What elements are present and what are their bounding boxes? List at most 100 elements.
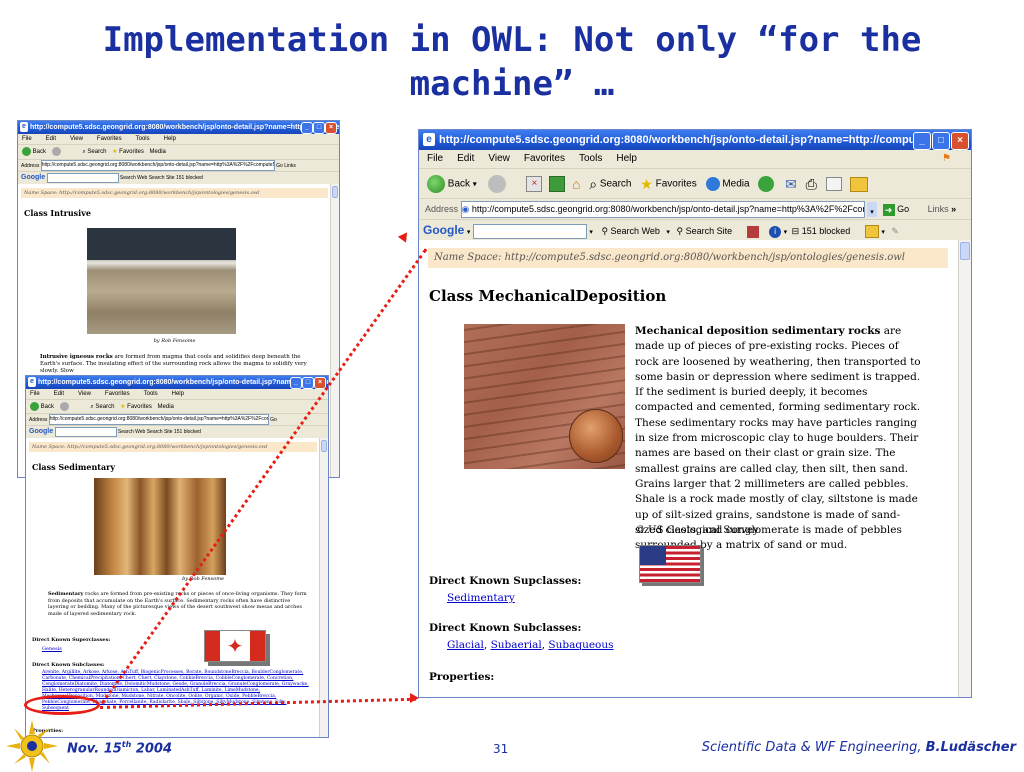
popup-blocked-count[interactable]: 151 blocked	[174, 429, 201, 435]
info-dropdown-icon[interactable]: ▾	[784, 229, 788, 236]
go-arrow-icon[interactable]: ➜	[882, 203, 895, 216]
back-button[interactable]: Back	[33, 149, 46, 155]
address-input[interactable]: http://compute5.sdsc.geongrid.org:8080/w…	[48, 414, 269, 426]
minimize-button[interactable]: _	[290, 377, 302, 389]
back-icon[interactable]	[22, 146, 31, 156]
menu-favorites[interactable]: Favorites	[524, 153, 565, 164]
menu-edit[interactable]: Edit	[457, 153, 474, 164]
highlight-icon[interactable]: ✎	[891, 226, 899, 236]
forward-icon[interactable]	[51, 146, 61, 156]
browser-window-mechanical-deposition[interactable]: e http://compute5.sdsc.geongrid.org:8080…	[418, 129, 972, 698]
favorites-icon[interactable]: ★	[112, 149, 117, 155]
menu-view[interactable]: View	[78, 391, 91, 397]
refresh-icon[interactable]	[549, 176, 566, 192]
menu-file[interactable]: File	[427, 153, 443, 164]
home-icon[interactable]: ⌂	[572, 169, 580, 199]
binoculars-icon[interactable]: ⚲	[601, 226, 608, 236]
go-button[interactable]: Go	[276, 163, 283, 169]
search-button[interactable]: Search	[600, 179, 632, 190]
subclass-link-subaerial[interactable]: Subaerial	[491, 639, 542, 651]
google-logo[interactable]: Google	[21, 174, 45, 181]
address-input[interactable]: ◉ http://compute5.sdsc.geongrid.org:8080…	[460, 201, 865, 219]
links-chevron-icon[interactable]: »	[951, 204, 956, 214]
popup-blocker-icon[interactable]: ⊟	[792, 226, 800, 236]
print-icon[interactable]: ⎙	[806, 176, 817, 192]
mail-icon[interactable]: ✉	[785, 176, 797, 192]
address-dropdown-icon[interactable]: ▾	[867, 202, 878, 218]
options-icon[interactable]	[864, 225, 879, 239]
search-button[interactable]: Search	[95, 404, 114, 410]
links-label[interactable]: Links	[928, 204, 949, 214]
superclass-link-sedimentary[interactable]: Sedimentary	[447, 592, 515, 604]
menu-tools[interactable]: Tools	[579, 153, 602, 164]
scrollbar-thumb[interactable]	[321, 440, 327, 452]
menu-file[interactable]: File	[30, 391, 40, 397]
google-search-input[interactable]	[46, 172, 119, 183]
google-search-input[interactable]	[472, 224, 587, 240]
maximize-button[interactable]: □	[313, 122, 325, 134]
menu-favorites[interactable]: Favorites	[105, 391, 130, 397]
maximize-button[interactable]: □	[932, 132, 950, 150]
menu-tools[interactable]: Tools	[136, 136, 150, 142]
go-button[interactable]: Go	[897, 204, 909, 214]
subclass-link-glacial[interactable]: Glacial	[447, 639, 484, 651]
forward-icon[interactable]	[59, 401, 69, 411]
history-icon[interactable]	[758, 176, 775, 192]
back-icon[interactable]	[30, 401, 39, 411]
google-search-web[interactable]: Search Web	[118, 429, 145, 435]
back-icon[interactable]	[427, 175, 445, 193]
browser-window-sedimentary[interactable]: e http://compute5.sdsc.geongrid.org:8080…	[25, 375, 329, 738]
pagerank-icon[interactable]	[746, 225, 759, 238]
menu-favorites[interactable]: Favorites	[97, 136, 122, 142]
title-bar[interactable]: e http://compute5.sdsc.geongrid.org:8080…	[26, 376, 328, 389]
search-button[interactable]: Search	[87, 149, 106, 155]
title-bar[interactable]: e http://compute5.sdsc.geongrid.org:8080…	[18, 121, 339, 134]
options-dropdown-icon[interactable]: ▾	[881, 229, 885, 236]
search-icon[interactable]: ⌕	[90, 404, 93, 410]
google-menu-dropdown-icon[interactable]: ▾	[467, 229, 471, 236]
google-search-site[interactable]: Search Site	[147, 429, 173, 435]
stop-icon[interactable]: ×	[526, 176, 543, 192]
folder-icon[interactable]	[850, 176, 869, 192]
media-button[interactable]: Media	[158, 404, 174, 410]
favorites-icon[interactable]: ★	[640, 176, 653, 192]
google-logo[interactable]: Google	[29, 428, 53, 435]
superclass-link-genesis[interactable]: Genesis	[42, 646, 62, 652]
menu-view[interactable]: View	[488, 153, 510, 164]
menu-help[interactable]: Help	[164, 136, 176, 142]
favorites-button[interactable]: Favorites	[656, 179, 697, 190]
google-search-web[interactable]: Search Web	[611, 226, 660, 236]
menu-help[interactable]: Help	[616, 153, 637, 164]
info-icon[interactable]: i	[769, 225, 782, 238]
menu-edit[interactable]: Edit	[54, 391, 64, 397]
search-web-dropdown-icon[interactable]: ▾	[666, 229, 670, 236]
popup-blocked-count[interactable]: 151 blocked	[176, 175, 203, 181]
menu-tools[interactable]: Tools	[144, 391, 158, 397]
favorites-button[interactable]: Favorites	[119, 149, 144, 155]
maximize-button[interactable]: □	[302, 377, 314, 389]
vertical-scrollbar[interactable]	[330, 184, 339, 477]
forward-icon[interactable]	[487, 175, 506, 193]
title-bar[interactable]: e http://compute5.sdsc.geongrid.org:8080…	[419, 130, 971, 150]
search-site-icon[interactable]: ⚲	[676, 226, 683, 236]
google-search-dropdown-icon[interactable]: ▾	[589, 229, 593, 236]
close-button[interactable]: ×	[951, 132, 969, 150]
search-icon[interactable]: ⌕	[82, 149, 85, 155]
back-dropdown-icon[interactable]: ▾	[473, 180, 477, 189]
scrollbar-thumb[interactable]	[332, 186, 338, 198]
media-icon[interactable]	[705, 177, 720, 191]
search-icon[interactable]: ⌕	[589, 176, 597, 192]
google-search-site[interactable]: Search Site	[149, 175, 175, 181]
favorites-button[interactable]: Favorites	[127, 404, 152, 410]
vertical-scrollbar[interactable]	[958, 240, 971, 697]
vertical-scrollbar[interactable]	[319, 438, 328, 737]
edit-icon[interactable]	[825, 177, 842, 191]
menu-file[interactable]: File	[22, 136, 32, 142]
minimize-button[interactable]: _	[301, 122, 313, 134]
menu-edit[interactable]: Edit	[46, 136, 56, 142]
back-button[interactable]: Back	[448, 179, 470, 190]
subclass-link-subaqueous[interactable]: Subaqueous	[548, 639, 613, 651]
close-button[interactable]: ×	[325, 122, 337, 134]
address-input[interactable]: http://compute5.sdsc.geongrid.org:8080/w…	[40, 160, 275, 172]
menu-help[interactable]: Help	[172, 391, 184, 397]
